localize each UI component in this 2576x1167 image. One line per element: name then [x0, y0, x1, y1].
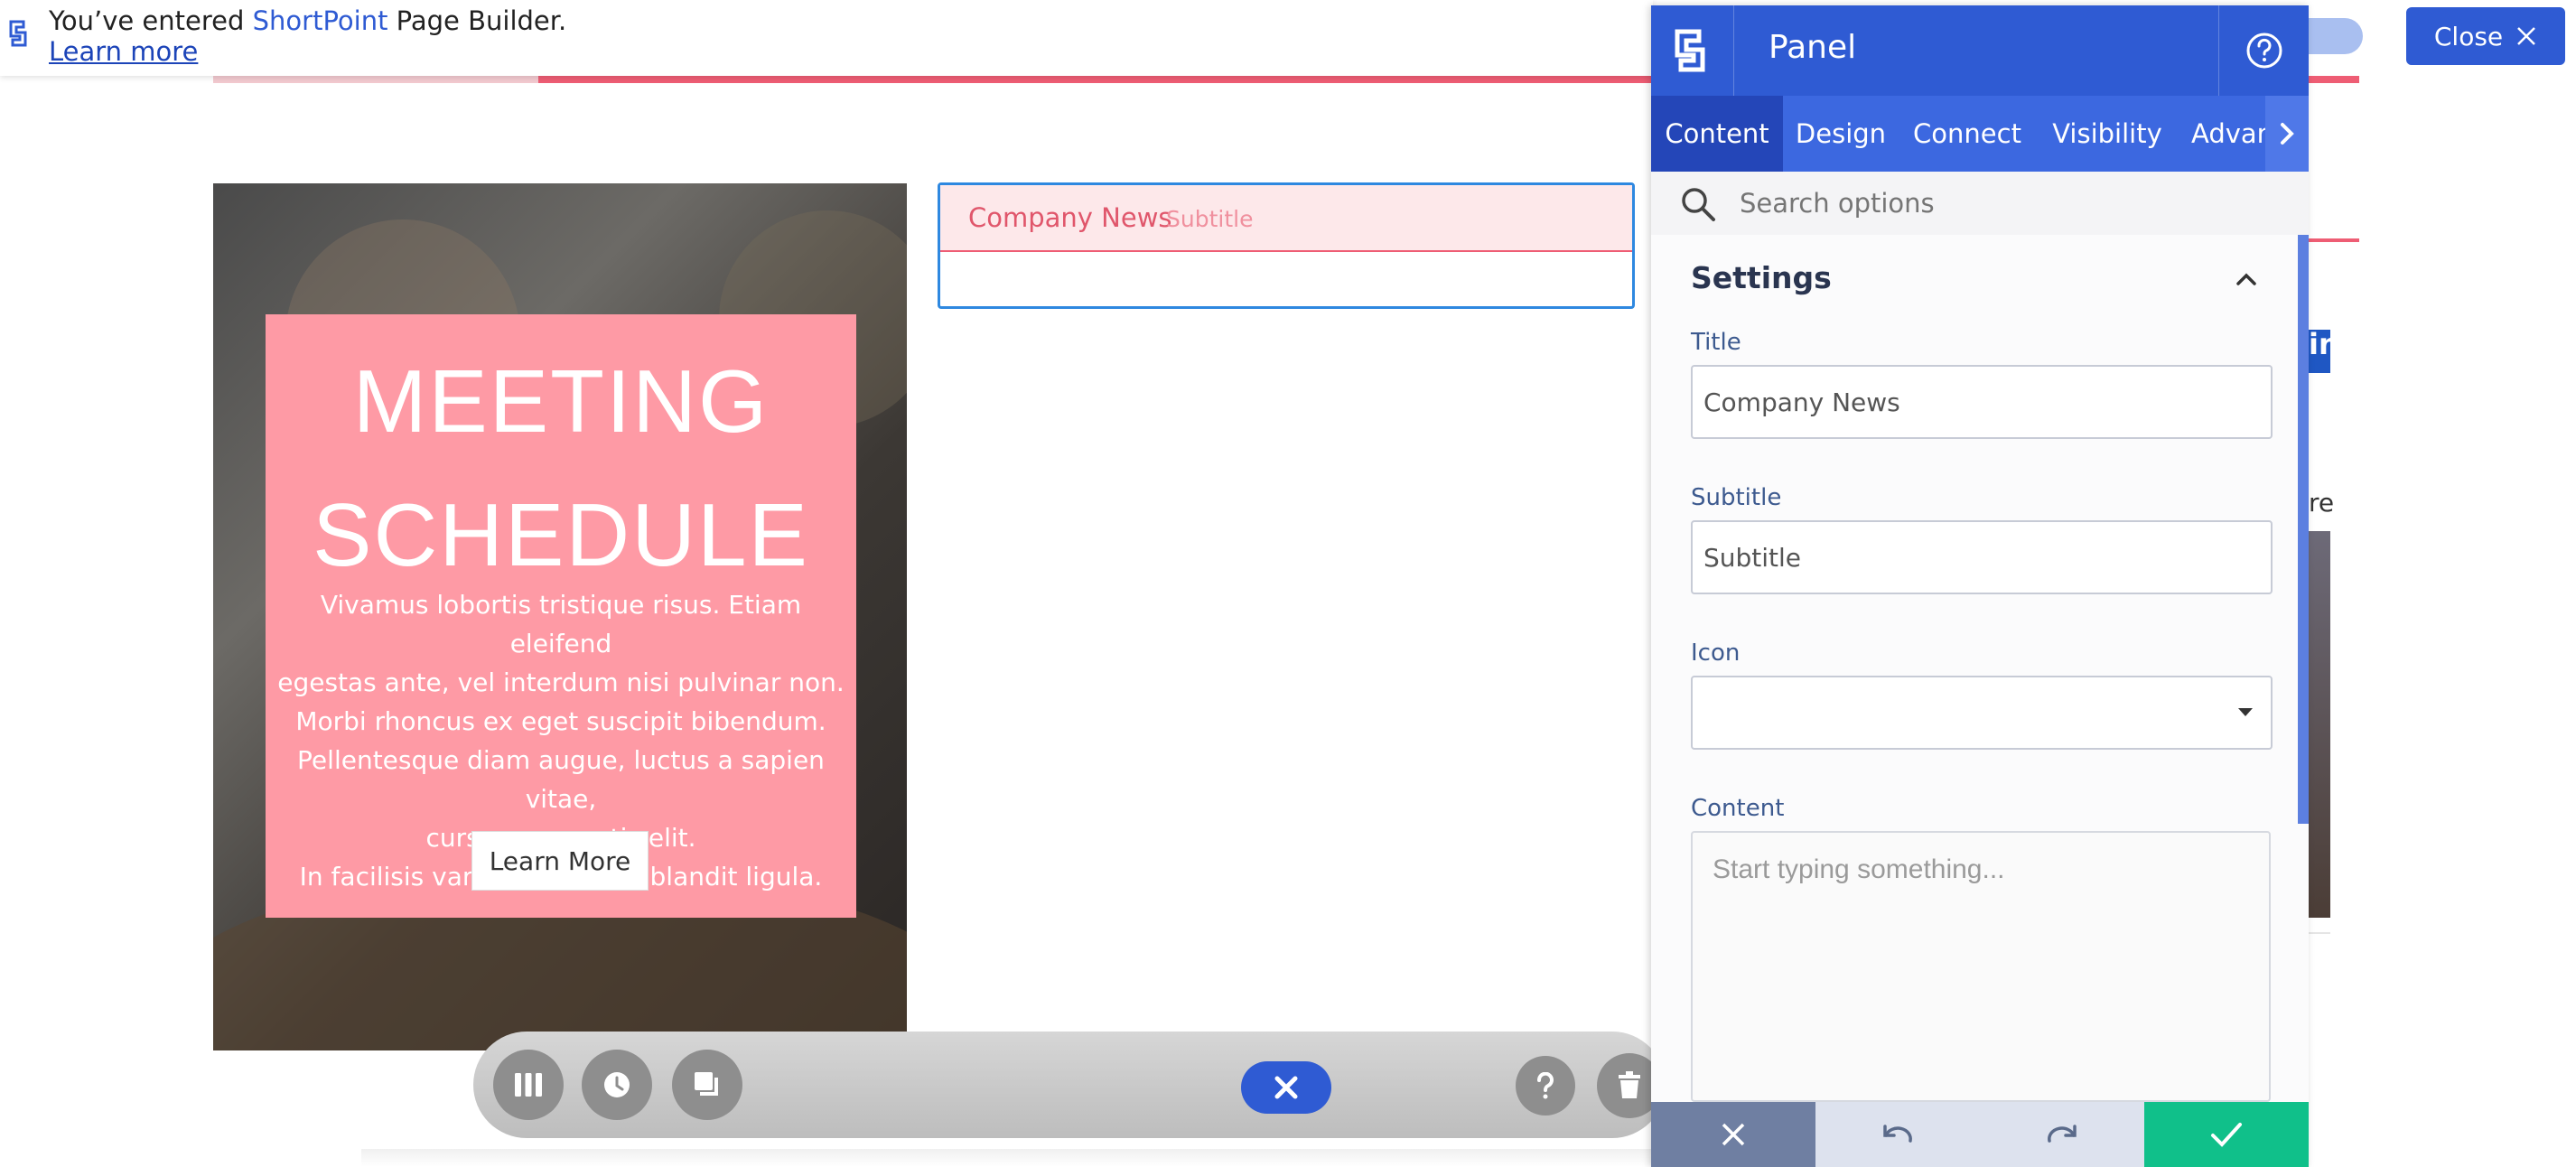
duplicate-button[interactable] — [672, 1050, 742, 1120]
close-button[interactable]: Close — [2406, 7, 2565, 65]
history-button[interactable] — [582, 1050, 652, 1120]
cancel-edit-button[interactable] — [1241, 1061, 1331, 1114]
desc-line: egestas ante, vel interdum nisi pulvinar… — [277, 668, 845, 697]
close-icon — [1274, 1076, 1298, 1099]
trash-icon — [1619, 1071, 1640, 1098]
clock-icon — [604, 1072, 630, 1097]
tab-visibility[interactable]: Visibility — [2036, 96, 2179, 172]
tab-content[interactable]: Content — [1651, 96, 1783, 172]
desc-line: Pellentesque diam augue, luctus a sapien… — [297, 745, 825, 814]
meeting-title-line1: MEETING — [352, 351, 770, 451]
company-news-subtitle: Subtitle — [1166, 206, 1254, 232]
notice-suffix: Page Builder. — [387, 5, 567, 36]
search-options-input[interactable] — [1738, 179, 2280, 228]
notice-prefix: You’ve entered — [49, 5, 253, 36]
shortpoint-logo-icon — [9, 20, 33, 47]
notice-text: You’ve entered ShortPoint Page Builder. — [49, 5, 566, 36]
content-placeholder: Start typing something... — [1713, 854, 2005, 884]
caret-down-icon — [2238, 708, 2253, 716]
meeting-title: MEETING SCHEDULE — [266, 334, 856, 602]
redo-icon — [2048, 1125, 2077, 1143]
bg-divider — [2309, 932, 2330, 934]
chevron-right-icon — [2281, 123, 2294, 145]
meeting-title-line2: SCHEDULE — [313, 485, 809, 584]
undo-button[interactable] — [1815, 1102, 1980, 1167]
bg-partial-text: re — [2309, 488, 2335, 518]
panel-logo — [1651, 5, 1734, 96]
subtitle-input[interactable]: Subtitle — [1691, 520, 2273, 594]
panel-scrollbar[interactable] — [2298, 235, 2309, 824]
learn-more-link[interactable]: Learn more — [49, 36, 198, 67]
learn-more-button[interactable]: Learn More — [471, 831, 649, 891]
panel-help-button[interactable] — [2218, 5, 2309, 96]
bg-photo — [2309, 531, 2330, 918]
element-toolbar — [473, 1032, 1666, 1138]
desc-line: Vivamus lobortis tristique risus. Etiam … — [320, 590, 802, 658]
close-icon — [2517, 27, 2536, 45]
check-icon — [2211, 1123, 2242, 1147]
icon-field-label: Icon — [1691, 640, 1741, 667]
redo-button[interactable] — [1980, 1102, 2144, 1167]
linkedin-glyph: in — [2309, 327, 2339, 361]
tab-design[interactable]: Design — [1783, 96, 1899, 172]
shortpoint-logo-icon — [1675, 29, 1704, 72]
columns-icon — [515, 1073, 542, 1097]
chevron-up-icon[interactable] — [2231, 264, 2262, 294]
columns-button[interactable] — [493, 1050, 564, 1120]
duplicate-icon — [695, 1072, 718, 1096]
section-divider-tab — [213, 76, 538, 83]
panel-header — [1651, 5, 2309, 96]
discard-button[interactable] — [1651, 1102, 1815, 1167]
title-input[interactable]: Company News — [1691, 365, 2273, 439]
question-icon — [1537, 1072, 1554, 1099]
content-field-label: Content — [1691, 795, 1785, 822]
help-button[interactable] — [1516, 1056, 1575, 1116]
toolbar-shadow — [361, 1149, 1662, 1167]
title-field-label: Title — [1691, 329, 1741, 356]
bg-divider — [2309, 238, 2359, 242]
tab-scroll-right-button[interactable] — [2265, 96, 2309, 172]
desc-line: Morbi rhoncus ex eget suscipit bibendum. — [295, 706, 826, 736]
tab-connect[interactable]: Connect — [1899, 96, 2036, 172]
close-icon — [1722, 1123, 1745, 1146]
icon-select[interactable] — [1691, 676, 2273, 750]
undo-icon — [1883, 1125, 1912, 1143]
tab-advanced[interactable]: Advan — [2179, 96, 2265, 172]
save-button[interactable] — [2144, 1102, 2309, 1167]
help-circle-icon — [2246, 33, 2282, 69]
notice-brand: ShortPoint — [252, 5, 388, 36]
settings-heading[interactable]: Settings — [1691, 260, 1832, 295]
company-news-title: Company News — [968, 202, 1172, 233]
subtitle-field-label: Subtitle — [1691, 484, 1782, 511]
search-icon — [1678, 184, 1718, 224]
panel-title: Panel — [1769, 29, 1857, 66]
close-button-label: Close — [2433, 21, 2504, 51]
